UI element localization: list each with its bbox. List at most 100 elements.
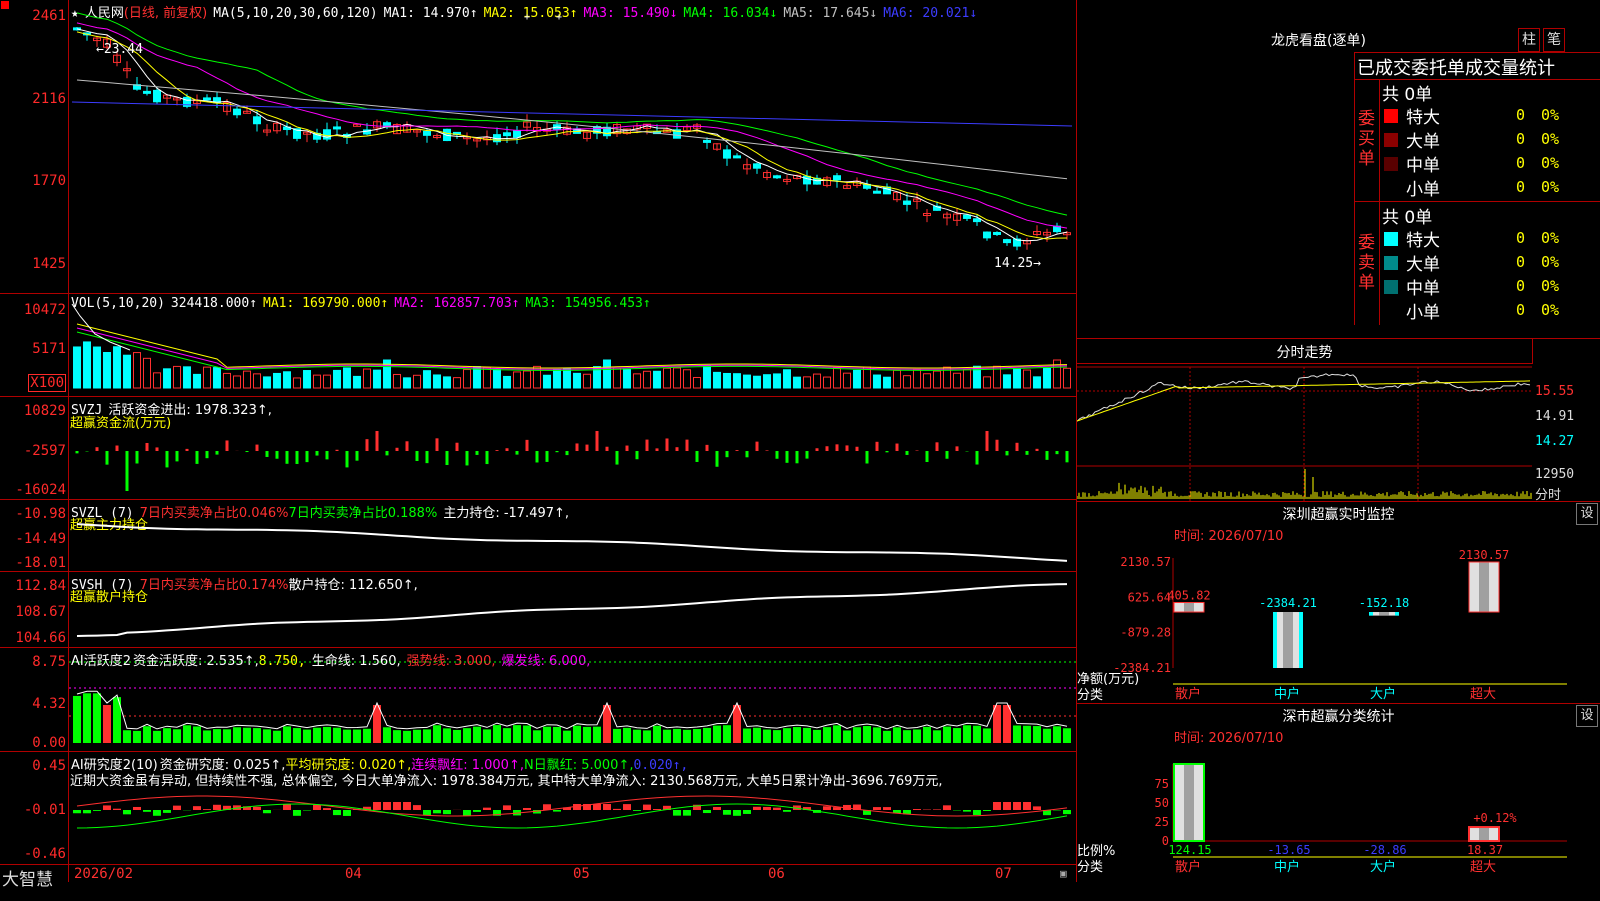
svzl-ytick: -14.49	[15, 531, 66, 547]
research-chart[interactable]	[0, 752, 1077, 864]
research-bar	[603, 804, 611, 810]
monitor-bar-chart[interactable]: 2130.57625.64-879.28-2384.21405.82散户-238…	[1077, 502, 1600, 704]
volume-bar	[204, 367, 211, 388]
stats-value-label: 18.37	[1467, 843, 1503, 857]
flow-bar	[856, 447, 859, 451]
flow-bar	[646, 440, 649, 451]
order-type-label: 特大	[1406, 226, 1440, 251]
activity-bar	[73, 696, 81, 743]
candle-body	[424, 131, 431, 135]
activity-bar	[533, 730, 541, 743]
crosshair-marker: +	[556, 12, 562, 23]
intraday-chart[interactable]	[1077, 339, 1600, 502]
buy-side-label: 委买单	[1358, 109, 1376, 169]
svzl-panel[interactable]: SVZL (7)7日内买卖净占比0.046%7日内买卖净占比0.188%主力持仓…	[0, 500, 1077, 572]
volume-bar	[1034, 377, 1041, 388]
volume-bar	[144, 358, 151, 388]
candle-body	[994, 232, 1001, 234]
research-bar	[723, 810, 731, 815]
volume-bar	[584, 374, 591, 388]
flow-bar	[926, 451, 929, 462]
svzj-panel[interactable]: SVZJ活跃资金进出: 1978.323↑, 超赢资金流(万元) 10829 -…	[0, 397, 1077, 500]
flow-bar	[386, 451, 389, 455]
research-bar	[393, 802, 401, 810]
svsh-ytick: 112.84	[15, 578, 66, 594]
ai-activity-panel[interactable]: AI活跃度2资金活跃度: 2.535↑,8.750,生命线: 1.560,强势线…	[0, 648, 1077, 752]
volume-panel[interactable]: VOL(5,10,20)324418.000↑MA1: 169790.000↑M…	[0, 294, 1077, 397]
candle-body	[1004, 240, 1011, 243]
volume-bar	[214, 368, 221, 388]
research-bar	[383, 802, 391, 810]
activity-bar	[423, 729, 431, 743]
flow-bar	[296, 451, 299, 464]
candle-body	[234, 109, 241, 115]
candlestick-chart[interactable]: ++	[0, 0, 1077, 294]
activity-bar	[163, 728, 171, 743]
price-panel[interactable]: ★人民网(日线, 前复权)MA(5,10,20,30,60,120)MA1: 1…	[0, 0, 1077, 294]
monitor-value-label: -152.18	[1359, 596, 1410, 610]
flow-bar	[506, 448, 509, 451]
retail-holding-chart[interactable]	[0, 572, 1077, 648]
activity-bar	[483, 729, 491, 743]
order-percent: 0%	[1541, 277, 1599, 295]
bar-shade	[1283, 612, 1293, 668]
stats-category: 中户	[1274, 859, 1300, 875]
fund-flow-chart[interactable]	[0, 397, 1077, 500]
crosshair-marker: +	[524, 12, 530, 23]
price-ytick: 1770	[32, 173, 66, 189]
tab-stroke-button[interactable]: 笔	[1543, 28, 1565, 52]
volume-bar	[744, 375, 751, 388]
svzj-ytick: -2597	[24, 443, 66, 459]
bar-shade	[1184, 602, 1194, 612]
stats-bar-chart[interactable]: 7550250124.15散户-13.65中户-28.86大户18.37超大+0…	[1077, 704, 1600, 901]
candle-body	[774, 176, 781, 178]
activity-bar	[573, 726, 581, 743]
flow-bar	[786, 451, 789, 463]
research-bar	[373, 802, 381, 810]
volume-bar	[244, 371, 251, 388]
ai-research-ytick: -0.01	[24, 802, 66, 818]
lock-icon[interactable]: ▣	[1060, 867, 1067, 880]
research-bar	[623, 804, 631, 810]
flow-bar	[696, 451, 699, 462]
order-percent: 0%	[1541, 106, 1599, 124]
svsh-panel[interactable]: SVSH (7)7日内买卖净占比0.174%散户持仓: 112.650↑, 超赢…	[0, 572, 1077, 648]
x-label: 06	[768, 866, 785, 882]
research-bar	[553, 810, 561, 812]
volume-bar	[434, 375, 441, 388]
ai-activity-yaxis: 8.75 4.32 0.00	[0, 648, 68, 752]
flow-bar	[716, 451, 719, 467]
retail-holding-line	[77, 584, 1067, 636]
volume-bar	[294, 378, 301, 388]
volume-bar	[444, 377, 451, 388]
research-bar	[633, 810, 641, 811]
volume-bar	[954, 373, 961, 388]
monitor-panel[interactable]: 深圳超赢实时监控 设 时间: 2026/07/10 2130.57625.64-…	[1077, 501, 1600, 704]
research-bar	[943, 805, 951, 810]
candle-body	[334, 127, 341, 129]
volume-bar	[554, 370, 561, 388]
flow-bar	[76, 451, 79, 453]
main-holding-chart[interactable]	[0, 500, 1077, 572]
stats-value-label: -28.86	[1363, 843, 1406, 857]
flow-bar	[116, 446, 119, 451]
activity-bar	[783, 728, 791, 743]
activity-chart[interactable]	[0, 648, 1077, 752]
stats-panel[interactable]: 深市超赢分类统计 设 时间: 2026/07/10 7550250124.15散…	[1077, 703, 1600, 901]
ai-research-panel[interactable]: AI研究度2(10)资金研究度: 0.025↑,平均研究度: 0.020↑,连续…	[0, 752, 1077, 864]
activity-bar	[413, 730, 421, 743]
tab-bar-button[interactable]: 柱	[1518, 28, 1540, 52]
right-panel: 龙虎看盘(逐单) 柱 笔 已成交委托单成交量统计 委买单 委卖单 共 0单 共 …	[1077, 0, 1600, 900]
intraday-panel[interactable]: 分时走势 15.55 14.91 14.27 12950 分时	[1077, 338, 1600, 502]
flow-bar	[1006, 451, 1009, 455]
volume-bar	[1024, 370, 1031, 388]
volume-chart[interactable]	[0, 294, 1077, 397]
ai-research-ytick: -0.46	[24, 846, 66, 862]
order-count: 0	[1495, 130, 1525, 148]
activity-bar	[83, 693, 91, 743]
activity-bar	[1053, 726, 1061, 743]
monitor-bar	[1469, 562, 1499, 612]
activity-bar	[93, 693, 101, 743]
volume-bar	[84, 342, 91, 388]
activity-bar	[453, 730, 461, 743]
